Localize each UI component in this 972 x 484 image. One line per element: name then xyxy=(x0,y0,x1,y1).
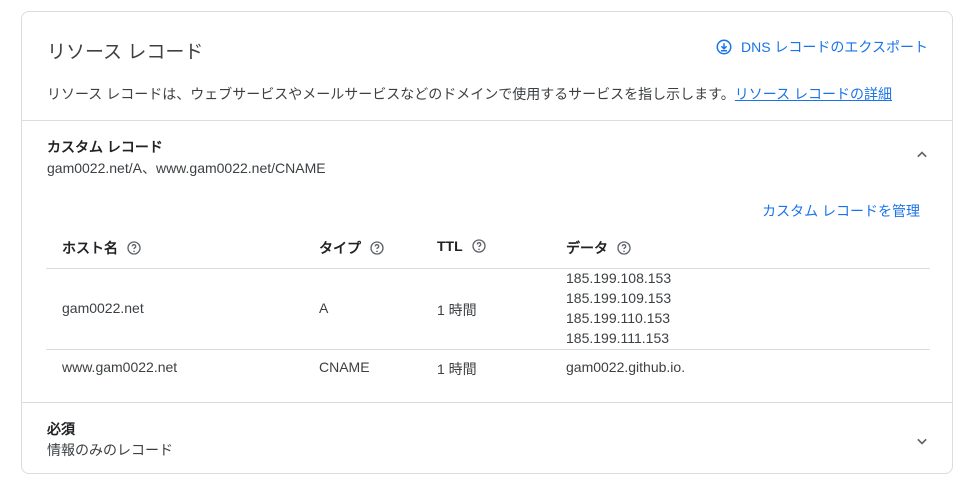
chevron-up-icon[interactable] xyxy=(912,145,932,165)
divider xyxy=(22,402,952,403)
data-value: 185.199.111.153 xyxy=(566,330,670,346)
type-cell: A xyxy=(319,300,329,316)
type-cell: CNAME xyxy=(319,359,370,375)
host-cell: www.gam0022.net xyxy=(62,359,178,375)
required-records-title: 必須 xyxy=(47,421,75,437)
data-value: 185.199.110.153 xyxy=(566,310,671,326)
custom-records-summary: gam0022.net/A、www.gam0022.net/CNAME xyxy=(47,160,326,176)
required-records-summary: 情報のみのレコード xyxy=(47,442,173,458)
ttl-cell: 1 時間 xyxy=(437,361,477,377)
column-header-data-label: データ xyxy=(566,240,608,256)
resource-records-details-link[interactable]: リソース レコードの詳細 xyxy=(735,86,892,102)
column-header-ttl: TTL xyxy=(437,238,487,254)
data-value: 185.199.109.153 xyxy=(566,290,672,306)
export-dns-records-button[interactable]: DNS レコードのエクスポート xyxy=(715,37,928,57)
manage-custom-records-link[interactable]: カスタム レコードを管理 xyxy=(762,201,920,221)
column-header-host-label: ホスト名 xyxy=(62,240,118,256)
divider xyxy=(22,120,952,121)
data-value: gam0022.github.io. xyxy=(566,359,686,375)
help-icon[interactable] xyxy=(369,240,385,256)
table-row-divider xyxy=(46,349,930,350)
help-icon[interactable] xyxy=(126,240,142,256)
description-text: リソース レコードは、ウェブサービスやメールサービスなどのドメインで使用するサー… xyxy=(47,86,735,102)
column-header-host: ホスト名 xyxy=(62,238,142,258)
data-value: 185.199.108.153 xyxy=(566,270,672,286)
download-circle-icon xyxy=(716,39,732,55)
export-label: DNS レコードのエクスポート xyxy=(740,39,928,55)
column-header-ttl-label: TTL xyxy=(437,238,463,254)
column-header-data: データ xyxy=(566,238,632,258)
card-title: リソース レコード xyxy=(47,42,204,63)
column-header-type-label: タイプ xyxy=(319,240,361,256)
custom-records-title: カスタム レコード xyxy=(47,139,163,155)
resource-records-card: リソース レコード DNS レコードのエクスポート リソース レコードは、ウェブ… xyxy=(21,11,953,474)
ttl-cell: 1 時間 xyxy=(437,302,477,318)
help-icon[interactable] xyxy=(616,240,632,256)
help-icon[interactable] xyxy=(471,238,487,254)
table-header-divider xyxy=(46,268,930,269)
card-description: リソース レコードは、ウェブサービスやメールサービスなどのドメインで使用するサー… xyxy=(47,84,892,104)
column-header-type: タイプ xyxy=(319,238,385,258)
chevron-down-icon[interactable] xyxy=(912,431,932,451)
host-cell: gam0022.net xyxy=(62,300,144,316)
